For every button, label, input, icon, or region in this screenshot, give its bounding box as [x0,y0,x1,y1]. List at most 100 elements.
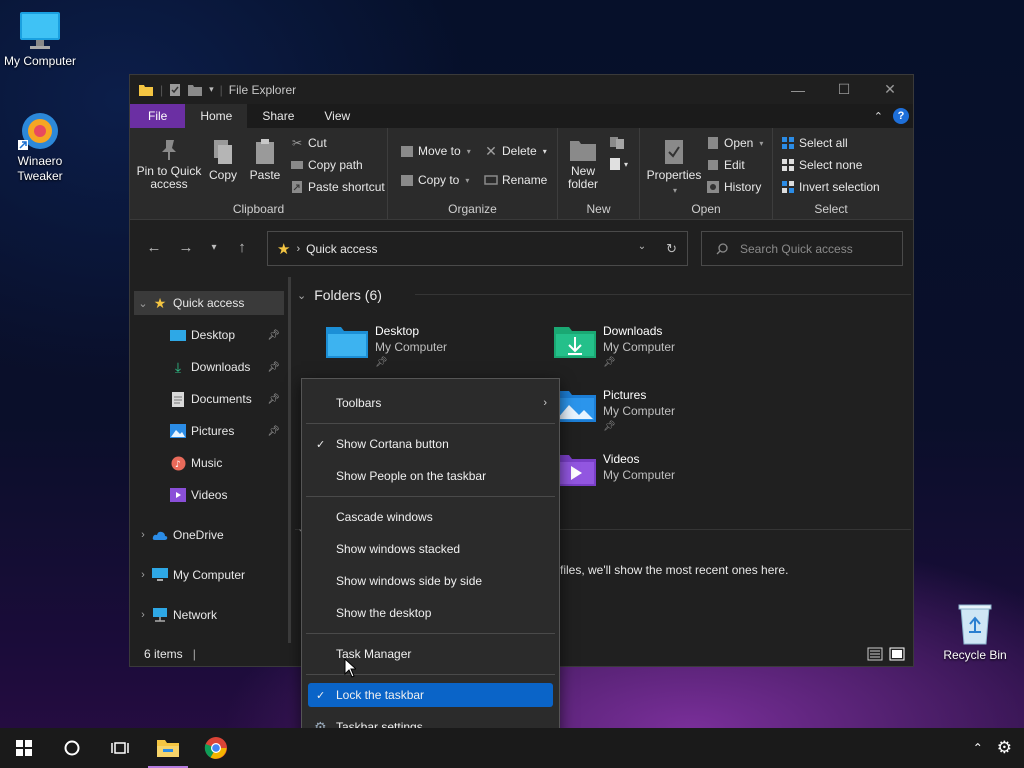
copy-button[interactable]: Copy [206,138,240,182]
details-view-icon[interactable] [867,647,883,661]
tab-file[interactable]: File [130,104,186,128]
taskbar-file-explorer[interactable] [144,728,192,768]
collapse-icon[interactable]: ⌄ [297,289,306,302]
start-button[interactable] [0,728,48,768]
nav-item-downloads[interactable]: ⤓ Downloads 📌︎ [134,355,284,379]
invert-selection-button[interactable]: Invert selection [781,180,880,194]
menu-item-show-the-desktop[interactable]: Show the desktop [308,600,553,626]
folder-pictures[interactable]: Pictures My Computer 📌︎ [553,387,675,435]
tab-share[interactable]: Share [247,104,309,128]
expand-icon[interactable]: › [134,609,152,621]
nav-item-documents[interactable]: Documents 📌︎ [134,387,284,411]
copy-path-button[interactable]: Copy path [290,158,363,172]
move-to-button[interactable]: Move to ▾ [400,144,471,158]
easy-access-button[interactable]: ▾ [608,156,628,172]
nav-item-onedrive[interactable]: › OneDrive [134,523,284,547]
new-item-icon [610,137,624,149]
folder-videos[interactable]: Videos My Computer [553,451,675,487]
nav-item-desktop[interactable]: Desktop 📌︎ [134,323,284,347]
help-icon[interactable]: ? [893,108,909,124]
delete-button[interactable]: ✕ Delete ▾ [484,143,547,159]
nav-item-my-computer[interactable]: › My Computer [134,563,284,587]
navigation-pane-scrollbar[interactable] [288,277,291,643]
menu-item-show-windows-stacked[interactable]: Show windows stacked [308,536,553,562]
properties-icon[interactable] [169,83,181,97]
expand-icon[interactable]: › [134,569,152,581]
breadcrumb[interactable]: Quick access [306,242,377,256]
nav-item-quick-access[interactable]: ⌄ ★ Quick access [134,291,284,315]
collapse-icon[interactable]: ⌄ [134,297,152,310]
nav-label: Music [191,456,223,470]
folder-downloads[interactable]: Downloads My Computer 📌︎ [553,323,675,371]
pin-to-quick-access-button[interactable]: Pin to Quick access [136,138,202,191]
menu-item-show-people[interactable]: Show People on the taskbar [308,463,553,489]
edit-label: Edit [724,158,745,172]
desktop-icon-my-computer[interactable]: My Computer [0,10,80,69]
tab-view[interactable]: View [309,104,365,128]
search-box[interactable]: Search Quick access [701,231,903,266]
open-group-label: Open [691,202,721,216]
new-item-button[interactable] [608,136,628,153]
videos-icon [170,487,186,503]
pin-icon: 📌︎ [267,329,280,341]
select-none-button[interactable]: Select none [781,158,862,172]
select-all-button[interactable]: Select all [781,136,848,150]
up-button[interactable]: ↑ [226,232,258,264]
maximize-button[interactable]: ☐ [821,75,867,104]
new-folder-icon [570,141,596,161]
copy-label: Copy [208,168,237,182]
address-dropdown-icon[interactable]: ⌄ [638,241,646,257]
address-bar[interactable]: ★ › Quick access ⌄ ↻ [267,231,688,266]
new-folder-button[interactable]: New folder [564,138,602,191]
gear-icon[interactable]: ⚙ [997,738,1012,758]
taskbar-chrome[interactable] [192,728,240,768]
star-icon: ★ [153,294,167,311]
properties-button[interactable]: Properties ▾ [644,138,704,197]
refresh-icon[interactable]: ↻ [666,241,677,257]
recent-files-message: files, we'll show the most recent ones h… [560,563,789,577]
menu-item-cascade-windows[interactable]: Cascade windows [308,504,553,530]
recent-locations-button[interactable]: ▾ [202,232,226,264]
menu-item-toolbars[interactable]: Toolbars › [308,390,553,416]
tab-home[interactable]: Home [185,104,248,128]
pin-icon: 📌︎ [603,421,616,432]
copy-to-button[interactable]: Copy to ▾ [400,173,469,187]
show-hidden-icons-icon[interactable]: ⌃ [973,741,983,755]
edit-button[interactable]: Edit [706,158,745,172]
rename-button[interactable]: Rename [484,173,547,187]
ribbon: Pin to Quick access Copy Paste ✂ Cut Copy… [130,128,913,220]
large-icons-view-icon[interactable] [889,647,905,661]
cloud-icon [152,527,168,543]
folder-desktop[interactable]: Desktop My Computer 📌︎ [325,323,447,371]
new-folder-icon[interactable] [187,83,203,97]
customize-qat-icon[interactable]: ▾ [209,84,214,95]
folders-section-header[interactable]: ⌄ Folders (6) [297,287,382,303]
edit-icon [706,158,720,172]
minimize-button[interactable]: — [775,75,821,104]
desktop-icon-recycle-bin[interactable]: Recycle Bin [935,602,1015,663]
close-button[interactable]: ✕ [867,75,913,104]
cortana-button[interactable] [48,728,96,768]
nav-item-pictures[interactable]: Pictures 📌︎ [134,419,284,443]
back-button[interactable]: ← [138,232,170,264]
nav-item-music[interactable]: ♪ Music [134,451,284,475]
nav-item-videos[interactable]: Videos [134,483,284,507]
expand-icon[interactable]: › [134,529,152,541]
forward-button[interactable]: → [170,232,202,264]
copy-to-icon [400,173,414,187]
paste-button[interactable]: Paste [248,138,282,182]
collapse-ribbon-icon[interactable]: ⌃ [874,110,883,123]
menu-item-lock-the-taskbar[interactable]: ✓ Lock the taskbar [308,683,553,707]
desktop-icon-winaero-tweaker[interactable]: Winaero Tweaker [0,110,80,184]
select-all-icon [781,136,795,150]
task-view-button[interactable] [96,728,144,768]
desktop-icon-label: My Computer [3,54,77,68]
open-button[interactable]: Open ▾ [706,136,763,150]
menu-item-show-cortana-button[interactable]: ✓ Show Cortana button [308,431,553,457]
nav-item-network[interactable]: › Network [134,603,284,627]
ribbon-tabs: File Home Share View ⌃ ? [130,104,913,128]
paste-shortcut-button[interactable]: Paste shortcut [290,180,385,194]
history-button[interactable]: History [706,180,761,194]
menu-item-show-windows-side-by-side[interactable]: Show windows side by side [308,568,553,594]
cut-button[interactable]: ✂ Cut [290,136,327,150]
